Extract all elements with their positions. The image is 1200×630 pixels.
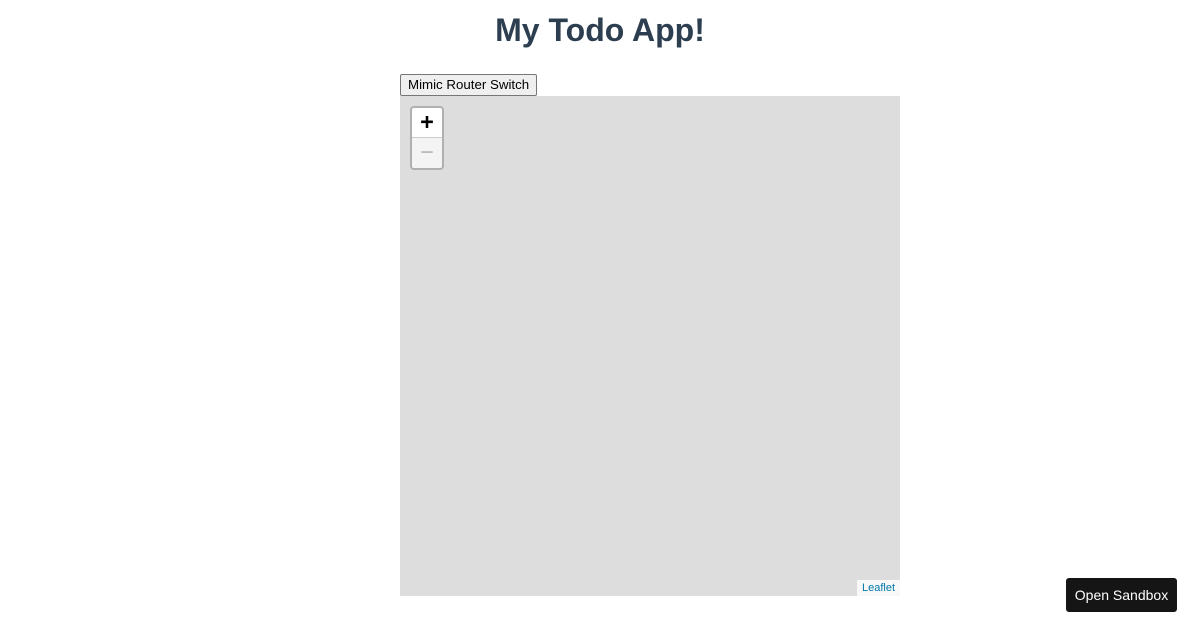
mimic-router-switch-button[interactable]: Mimic Router Switch	[400, 74, 538, 96]
open-sandbox-button[interactable]: Open Sandbox	[1066, 578, 1177, 612]
zoom-in-button[interactable]: +	[412, 108, 442, 138]
map-attribution: Leaflet	[856, 580, 900, 596]
zoom-control: + −	[410, 106, 444, 170]
leaflet-link[interactable]: Leaflet	[862, 582, 895, 594]
map-container[interactable]: + − Leaflet	[400, 96, 900, 596]
page-title: My Todo App!	[495, 12, 705, 48]
page: My Todo App! Mimic Router Switch + − Lea…	[0, 0, 1200, 630]
zoom-out-button[interactable]: −	[412, 138, 442, 168]
